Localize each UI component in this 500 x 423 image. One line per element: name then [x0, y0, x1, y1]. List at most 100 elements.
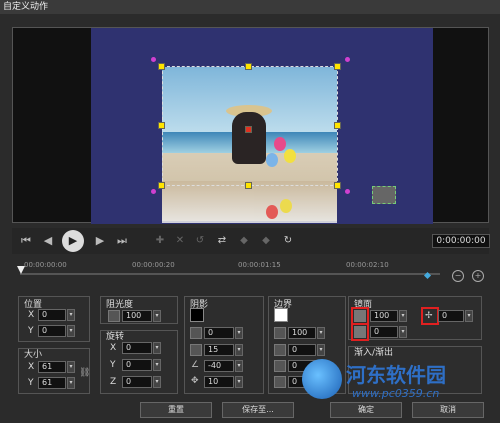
- position-y-stepper[interactable]: ▾: [67, 325, 75, 337]
- mirror-opacity-input[interactable]: 100: [370, 310, 398, 322]
- watermark-url: www.pc0359.cn: [352, 387, 440, 400]
- mirror-fade-input[interactable]: 0: [370, 326, 398, 338]
- resize-handle[interactable]: [334, 122, 341, 129]
- position-y-input[interactable]: 0: [38, 325, 66, 337]
- link-icon[interactable]: ⛓: [79, 368, 90, 378]
- delete-keyframe-icon[interactable]: ✕: [172, 233, 188, 249]
- shadow-angle-stepper[interactable]: ▾: [235, 360, 243, 372]
- position-x-stepper[interactable]: ▾: [67, 309, 75, 321]
- corner-pin[interactable]: [151, 189, 156, 194]
- ruler-tick: 00:00:01:15: [238, 261, 281, 269]
- border-opacity-stepper[interactable]: ▾: [317, 327, 325, 339]
- ruler-tick: 00:00:00:00: [24, 261, 67, 269]
- shadow-opacity-input[interactable]: 0: [204, 327, 234, 339]
- timeline-ruler[interactable]: 00:00:00:00 00:00:00:20 00:00:01:15 00:0…: [12, 258, 442, 282]
- rotation-label: 旋转: [106, 332, 125, 342]
- transport-bar: ⏮ ◀ ▶ ▶ ⏭ ✚ ✕ ↺ ⇄ ◆ ◆ ↻ 0:00:00:00: [12, 228, 490, 254]
- add-keyframe-icon[interactable]: ✚: [152, 233, 168, 249]
- shadow-angle-icon: ∠: [191, 360, 200, 370]
- rotation-x-stepper[interactable]: ▾: [153, 342, 161, 354]
- zoom-out-icon[interactable]: −: [452, 270, 464, 282]
- shadow-distance-input[interactable]: 10: [204, 376, 234, 388]
- resize-handle[interactable]: [158, 63, 165, 70]
- ruler-tick: 00:00:00:20: [132, 261, 175, 269]
- corner-pin[interactable]: [345, 189, 350, 194]
- corner-pin[interactable]: [345, 57, 350, 62]
- center-handle[interactable]: [245, 126, 252, 133]
- size-y-input[interactable]: 61: [38, 377, 66, 389]
- resize-handle[interactable]: [245, 182, 252, 189]
- border-opacity-input[interactable]: 100: [288, 327, 316, 339]
- mirror-offset-input[interactable]: 0: [438, 310, 464, 322]
- shadow-color-swatch[interactable]: [190, 308, 204, 322]
- shadow-object[interactable]: [372, 186, 396, 204]
- next-keyframe-icon[interactable]: ◆: [258, 233, 274, 249]
- border-width-icon: [274, 344, 286, 356]
- position-x-input[interactable]: 0: [38, 309, 66, 321]
- rotation-y-stepper[interactable]: ▾: [153, 359, 161, 371]
- mirror-offset-highlight: [421, 307, 439, 325]
- shadow-blur-input[interactable]: 15: [204, 344, 234, 356]
- resize-handle[interactable]: [334, 63, 341, 70]
- rotation-y-input[interactable]: 0: [122, 359, 152, 371]
- timecode-display[interactable]: 0:00:00:00: [432, 234, 490, 248]
- shadow-distance-stepper[interactable]: ▾: [235, 376, 243, 388]
- opacity-icon: [108, 310, 120, 322]
- timeline-track[interactable]: [20, 273, 440, 275]
- opacity-input[interactable]: 100: [122, 310, 152, 322]
- save-to-button[interactable]: 保存至...: [222, 402, 294, 418]
- watermark: 河东软件园 www.pc0359.cn: [300, 355, 500, 415]
- mirror-fade-stepper[interactable]: ▾: [399, 326, 407, 338]
- mirror-offset-stepper[interactable]: ▾: [465, 310, 473, 322]
- resize-handle[interactable]: [158, 182, 165, 189]
- size-x-input[interactable]: 61: [38, 361, 66, 373]
- size-y-stepper[interactable]: ▾: [67, 377, 75, 389]
- position-y-label: Y: [28, 326, 34, 336]
- opacity-stepper[interactable]: ▾: [153, 310, 161, 322]
- border-radius-icon: [274, 376, 286, 388]
- rotation-z-stepper[interactable]: ▾: [153, 376, 161, 388]
- border-color-swatch[interactable]: [274, 308, 288, 322]
- previous-frame-icon[interactable]: ◀: [40, 233, 56, 249]
- shadow-distance-icon: ✥: [191, 376, 199, 386]
- rotation-x-input[interactable]: 0: [122, 342, 152, 354]
- border-opacity-icon: [274, 327, 286, 339]
- prev-keyframe-icon[interactable]: ◆: [236, 233, 252, 249]
- resize-handle[interactable]: [334, 182, 341, 189]
- rotation-z-label: Z: [110, 377, 117, 387]
- border-softness-icon: [274, 360, 286, 372]
- corner-pin[interactable]: [151, 57, 156, 62]
- position-x-label: X: [28, 310, 35, 320]
- resize-handle[interactable]: [245, 63, 252, 70]
- size-x-label: X: [28, 362, 35, 372]
- reverse-keyframe-icon[interactable]: ↺: [192, 233, 208, 249]
- size-x-stepper[interactable]: ▾: [67, 361, 75, 373]
- rotation-y-label: Y: [110, 360, 116, 370]
- reset-button[interactable]: 重置: [140, 402, 212, 418]
- shadow-blur-stepper[interactable]: ▾: [235, 344, 243, 356]
- size-label: 大小: [24, 350, 43, 360]
- size-y-label: Y: [28, 378, 34, 388]
- resize-handle[interactable]: [158, 122, 165, 129]
- zoom-in-icon[interactable]: +: [472, 270, 484, 282]
- mirror-fade-highlight: [351, 323, 369, 341]
- watermark-logo-icon: [302, 359, 342, 399]
- shadow-opacity-stepper[interactable]: ▾: [235, 327, 243, 339]
- balloon: [266, 205, 278, 219]
- rotation-x-label: X: [110, 343, 117, 353]
- opacity-label: 阻光度: [106, 300, 134, 310]
- shadow-angle-input[interactable]: -40: [204, 360, 234, 372]
- watermark-name: 河东软件园: [346, 363, 446, 387]
- rotate-icon[interactable]: ↻: [280, 233, 296, 249]
- next-frame-icon[interactable]: ▶: [92, 233, 108, 249]
- rotation-z-input[interactable]: 0: [122, 376, 152, 388]
- go-to-end-icon[interactable]: ⏭: [114, 233, 130, 249]
- window-title: 自定义动作: [0, 0, 500, 14]
- mirror-opacity-stepper[interactable]: ▾: [399, 310, 407, 322]
- shadow-opacity-icon: [190, 327, 202, 339]
- go-to-start-icon[interactable]: ⏮: [18, 233, 34, 249]
- shadow-blur-icon: [190, 344, 202, 356]
- play-button[interactable]: ▶: [62, 230, 84, 252]
- ruler-tick: 00:00:02:10: [346, 261, 389, 269]
- swap-keyframe-icon[interactable]: ⇄: [214, 233, 230, 249]
